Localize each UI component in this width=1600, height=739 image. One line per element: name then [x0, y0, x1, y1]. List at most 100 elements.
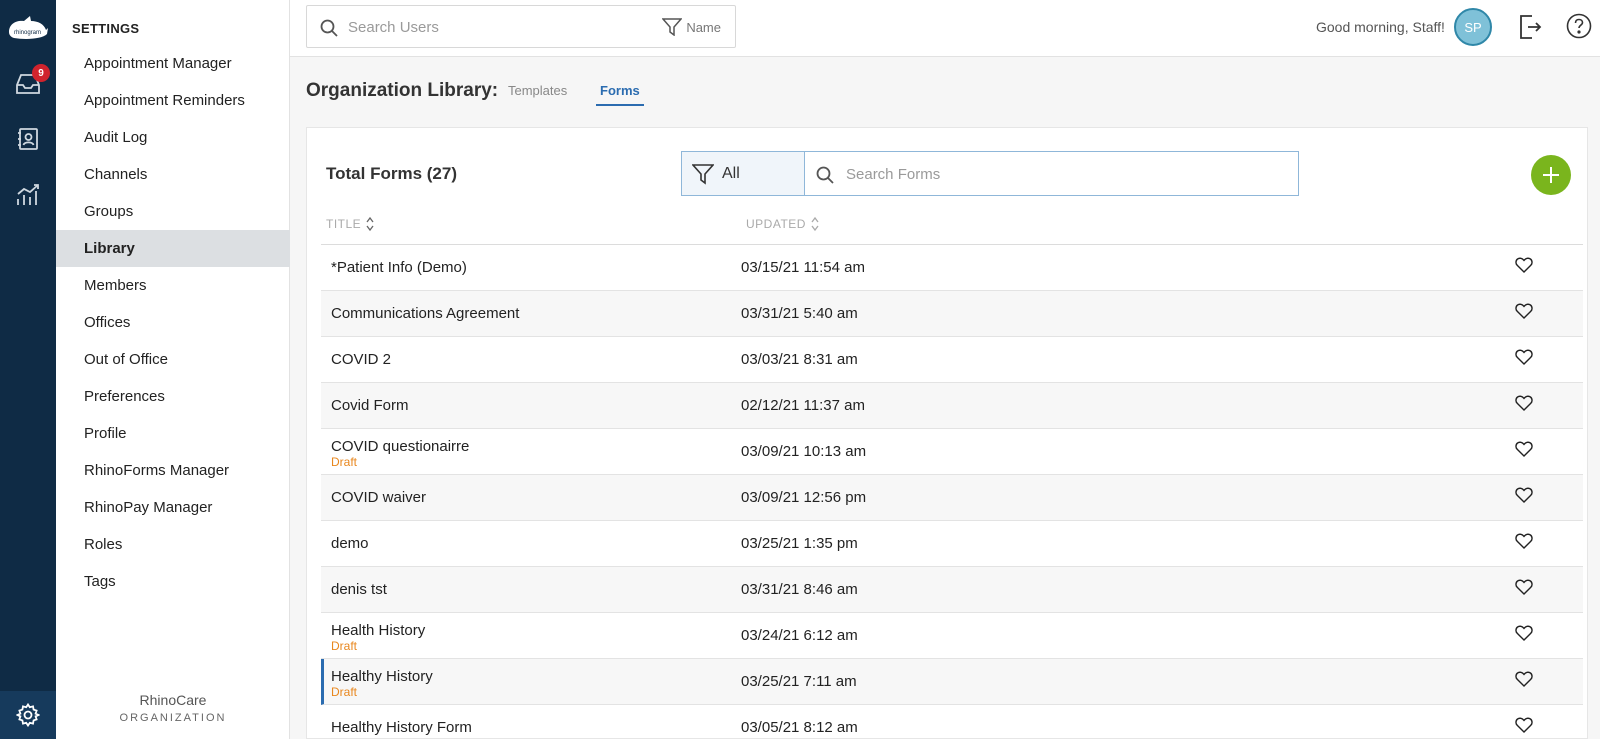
user-search-input[interactable]: Search Users: [348, 19, 439, 36]
column-header-updated[interactable]: UPDATED: [746, 216, 820, 232]
rhinogram-logo[interactable]: rhinogram: [6, 12, 50, 44]
table-row[interactable]: Communications Agreement 03/31/21 5:40 am: [321, 291, 1583, 337]
form-updated: 03/15/21 11:54 am: [741, 259, 865, 276]
heart-icon[interactable]: [1515, 717, 1533, 738]
draft-status: Draft: [331, 639, 358, 653]
table-row[interactable]: COVID waiver 03/09/21 12:56 pm: [321, 475, 1583, 521]
sidebar-item-rhinopay-manager[interactable]: RhinoPay Manager: [56, 489, 290, 526]
form-title: *Patient Info (Demo): [331, 259, 467, 276]
user-search-filter-label: Name: [686, 19, 721, 35]
form-updated: 03/09/21 12:56 pm: [741, 489, 867, 506]
table-row[interactable]: *Patient Info (Demo) 03/15/21 11:54 am: [321, 245, 1583, 291]
settings-icon: [16, 703, 40, 727]
heart-icon[interactable]: [1515, 441, 1533, 462]
form-title: Healthy History Form: [331, 719, 472, 736]
sidebar-item-appointment-reminders[interactable]: Appointment Reminders: [56, 82, 290, 119]
add-form-button[interactable]: [1531, 155, 1571, 195]
form-updated: 03/31/21 8:46 am: [741, 581, 858, 598]
form-updated: 03/05/21 8:12 am: [741, 719, 858, 736]
sidebar-item-members[interactable]: Members: [56, 267, 290, 304]
table-row[interactable]: COVID questionairre Draft 03/09/21 10:13 a…: [321, 429, 1583, 475]
form-title: COVID questionairre: [331, 438, 470, 455]
table-row[interactable]: denis tst 03/31/21 8:46 am: [321, 567, 1583, 613]
heart-icon[interactable]: [1515, 303, 1533, 324]
sort-icon: [366, 216, 374, 232]
tab-forms[interactable]: Forms: [596, 83, 644, 106]
sidebar-item-rhinoforms-manager[interactable]: RhinoForms Manager: [56, 452, 290, 489]
form-title: COVID 2: [331, 351, 392, 368]
logout-icon[interactable]: [1518, 13, 1542, 46]
settings-sidebar: SETTINGS Appointment Manager Appointment …: [56, 0, 290, 739]
heart-icon[interactable]: [1515, 625, 1533, 646]
tab-templates[interactable]: Templates: [508, 83, 567, 104]
org-type: ORGANIZATION: [119, 712, 227, 724]
form-updated: 03/25/21 7:11 am: [741, 673, 857, 690]
form-updated: 02/12/21 11:37 am: [741, 397, 865, 414]
greeting-text: Good morning, Staff!: [1316, 19, 1445, 35]
column-header-title[interactable]: TITLE: [326, 216, 375, 232]
sidebar-item-profile[interactable]: Profile: [56, 415, 290, 452]
help-icon[interactable]: [1566, 13, 1592, 44]
sidebar-item-audit-log[interactable]: Audit Log: [56, 119, 290, 156]
sidebar-menu: Appointment Manager Appointment Reminders…: [56, 45, 290, 600]
form-title: Healthy History: [331, 668, 433, 685]
table-row[interactable]: demo 03/25/21 1:35 pm: [321, 521, 1583, 567]
top-bar: Search Users Name Good morning, Staff! S…: [290, 0, 1600, 57]
sidebar-item-preferences[interactable]: Preferences: [56, 378, 290, 415]
heart-icon[interactable]: [1515, 671, 1533, 692]
sidebar-heading: SETTINGS: [72, 21, 140, 36]
total-forms: Total Forms (27): [326, 164, 457, 183]
column-header-updated-label: UPDATED: [746, 217, 806, 231]
table-row[interactable]: Healthy History Form 03/05/21 8:12 am: [321, 705, 1583, 738]
user-avatar[interactable]: SP: [1454, 8, 1492, 46]
contacts-icon[interactable]: [12, 123, 44, 155]
svg-text:rhinogram: rhinogram: [14, 30, 41, 36]
heart-icon[interactable]: [1515, 395, 1533, 416]
sort-icon: [811, 216, 819, 232]
search-icon: [815, 165, 835, 190]
table-row[interactable]: Healthy History Draft 03/25/21 7:11 am: [321, 659, 1583, 705]
sidebar-item-roles[interactable]: Roles: [56, 526, 290, 563]
form-updated: 03/25/21 1:35 pm: [741, 535, 858, 552]
heart-icon[interactable]: [1515, 257, 1533, 278]
user-search-box[interactable]: Search Users Name: [306, 5, 736, 48]
organization-label: RhinoCare ORGANIZATION: [56, 692, 290, 724]
filter-icon: [692, 163, 714, 185]
sidebar-item-channels[interactable]: Channels: [56, 156, 290, 193]
sidebar-item-out-of-office[interactable]: Out of Office: [56, 341, 290, 378]
form-title: demo: [331, 535, 369, 552]
form-title: Communications Agreement: [331, 305, 520, 322]
sidebar-item-groups[interactable]: Groups: [56, 193, 290, 230]
icon-rail: rhinogram 9: [0, 0, 56, 739]
forms-filter-dropdown[interactable]: All: [681, 151, 805, 196]
table-row[interactable]: Health History Draft 03/24/21 6:12 am: [321, 613, 1583, 659]
sidebar-item-appointment-manager[interactable]: Appointment Manager: [56, 45, 290, 82]
form-title: COVID waiver: [331, 489, 427, 506]
heart-icon[interactable]: [1515, 487, 1533, 508]
form-title: Health History: [331, 622, 426, 639]
forms-card: Total Forms (27) All Search Forms TITLE …: [306, 127, 1588, 739]
forms-search-box[interactable]: Search Forms: [805, 151, 1299, 196]
sidebar-item-offices[interactable]: Offices: [56, 304, 290, 341]
sidebar-item-tags[interactable]: Tags: [56, 563, 290, 600]
analytics-icon[interactable]: [12, 179, 44, 211]
user-search-filter[interactable]: Name: [662, 18, 721, 36]
form-updated: 03/03/21 8:31 am: [741, 351, 858, 368]
sidebar-item-library[interactable]: Library: [56, 230, 290, 267]
search-icon: [319, 18, 339, 43]
library-title: Organization Library:: [306, 80, 499, 101]
table-row[interactable]: Covid Form 02/12/21 11:37 am: [321, 383, 1583, 429]
org-name: RhinoCare: [139, 692, 207, 708]
forms-search-input[interactable]: Search Forms: [846, 166, 940, 183]
draft-status: Draft: [331, 455, 358, 469]
forms-table: *Patient Info (Demo) 03/15/21 11:54 am Com…: [321, 245, 1583, 738]
table-row[interactable]: COVID 2 03/03/21 8:31 am: [321, 337, 1583, 383]
forms-filter-value: All: [722, 164, 740, 182]
settings-nav[interactable]: [0, 691, 56, 739]
heart-icon[interactable]: [1515, 349, 1533, 370]
heart-icon[interactable]: [1515, 533, 1533, 554]
form-title: denis tst: [331, 581, 387, 598]
filter-icon: [662, 18, 683, 36]
form-updated: 03/31/21 5:40 am: [741, 305, 858, 322]
heart-icon[interactable]: [1515, 579, 1533, 600]
